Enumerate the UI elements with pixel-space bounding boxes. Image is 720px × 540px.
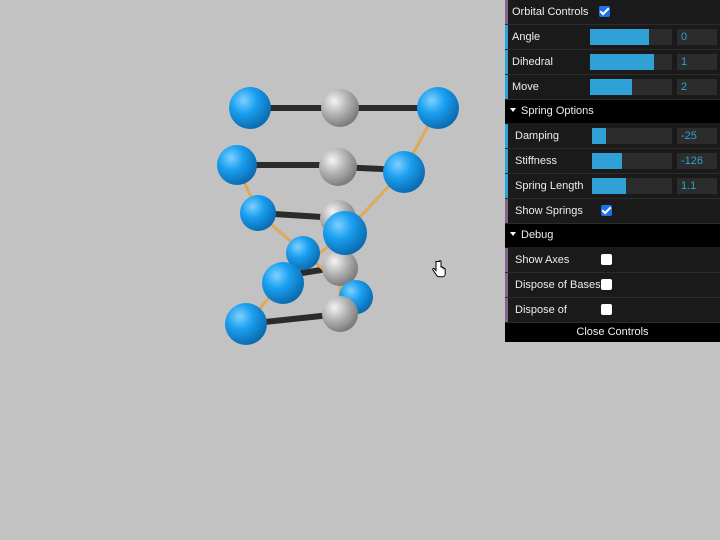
- spring-options-folder[interactable]: Spring Options: [505, 100, 720, 124]
- row-accent: [505, 149, 508, 173]
- dihedral-value[interactable]: 1: [677, 54, 717, 70]
- controls-panel: Orbital Controls Angle 0 Dihedral 1 Move…: [505, 0, 720, 342]
- orbital-controls-label: Orbital Controls: [512, 6, 589, 18]
- orbital-controls-row[interactable]: Orbital Controls: [505, 0, 720, 25]
- triangle-down-icon: [510, 108, 516, 113]
- dihedral-row: Dihedral 1: [505, 50, 720, 75]
- dispose-of-label: Dispose of: [515, 304, 567, 316]
- show-springs-row[interactable]: Show Springs: [505, 199, 720, 224]
- stiffness-slider-fill: [592, 153, 622, 169]
- close-controls-button[interactable]: Close Controls: [505, 323, 720, 342]
- debug-title: Debug: [521, 229, 554, 241]
- row-accent: [505, 298, 508, 322]
- row-accent: [505, 50, 508, 74]
- show-axes-row[interactable]: Show Axes: [505, 248, 720, 273]
- row-accent: [505, 199, 508, 223]
- show-springs-label: Show Springs: [515, 205, 583, 217]
- spring-length-value[interactable]: 1.1: [677, 178, 717, 194]
- row-accent: [505, 124, 508, 148]
- atom-layer: [217, 87, 459, 345]
- stiffness-row: Stiffness -126: [505, 149, 720, 174]
- triangle-down-icon: [510, 232, 516, 237]
- spring-length-row: Spring Length 1.1: [505, 174, 720, 199]
- grey-atom: [321, 89, 359, 127]
- blue-atom: [417, 87, 459, 129]
- dispose-of-row[interactable]: Dispose of: [505, 298, 720, 323]
- blue-atom: [217, 145, 257, 185]
- blue-atom: [262, 262, 304, 304]
- row-accent: [505, 0, 508, 24]
- dispose-of-checkbox[interactable]: [601, 304, 612, 315]
- stiffness-label: Stiffness: [515, 155, 557, 167]
- show-springs-checkbox[interactable]: [601, 205, 612, 216]
- orbital-controls-checkbox[interactable]: [599, 6, 610, 17]
- dispose-bases-row[interactable]: Dispose of Bases: [505, 273, 720, 298]
- dihedral-slider[interactable]: [590, 54, 672, 70]
- show-axes-label: Show Axes: [515, 254, 570, 266]
- show-axes-checkbox[interactable]: [601, 254, 612, 265]
- grey-atom: [322, 296, 358, 332]
- move-value[interactable]: 2: [677, 79, 717, 95]
- move-slider-fill: [590, 79, 632, 95]
- stiffness-slider[interactable]: [592, 153, 672, 169]
- stiffness-value[interactable]: -126: [677, 153, 717, 169]
- row-accent: [505, 273, 508, 297]
- damping-slider-fill: [592, 128, 606, 144]
- row-accent: [505, 174, 508, 198]
- dispose-bases-label: Dispose of Bases: [515, 279, 601, 291]
- damping-label: Damping: [515, 130, 560, 142]
- blue-atom: [225, 303, 267, 345]
- damping-row: Damping -25: [505, 124, 720, 149]
- angle-slider[interactable]: [590, 29, 672, 45]
- row-accent: [505, 248, 508, 272]
- row-accent: [505, 75, 508, 99]
- spring-length-slider-fill: [592, 178, 626, 194]
- move-slider[interactable]: [590, 79, 672, 95]
- blue-atom: [229, 87, 271, 129]
- blue-atom: [383, 151, 425, 193]
- hand-pointer-icon: [431, 260, 447, 283]
- angle-slider-fill: [590, 29, 650, 45]
- spring-length-slider[interactable]: [592, 178, 672, 194]
- spring-options-title: Spring Options: [521, 105, 594, 117]
- damping-value[interactable]: -25: [677, 128, 717, 144]
- row-accent: [505, 25, 508, 49]
- damping-slider[interactable]: [592, 128, 672, 144]
- angle-row: Angle 0: [505, 25, 720, 50]
- blue-atom: [240, 195, 276, 231]
- spring-length-label: Spring Length: [515, 180, 584, 192]
- blue-atom: [323, 211, 367, 255]
- debug-folder[interactable]: Debug: [505, 224, 720, 248]
- dihedral-slider-fill: [590, 54, 654, 70]
- dispose-bases-checkbox[interactable]: [601, 279, 612, 290]
- angle-label: Angle: [512, 31, 541, 43]
- angle-value[interactable]: 0: [677, 29, 717, 45]
- dihedral-label: Dihedral: [512, 56, 553, 68]
- move-row: Move 2: [505, 75, 720, 100]
- grey-atom: [319, 148, 357, 186]
- move-label: Move: [512, 81, 539, 93]
